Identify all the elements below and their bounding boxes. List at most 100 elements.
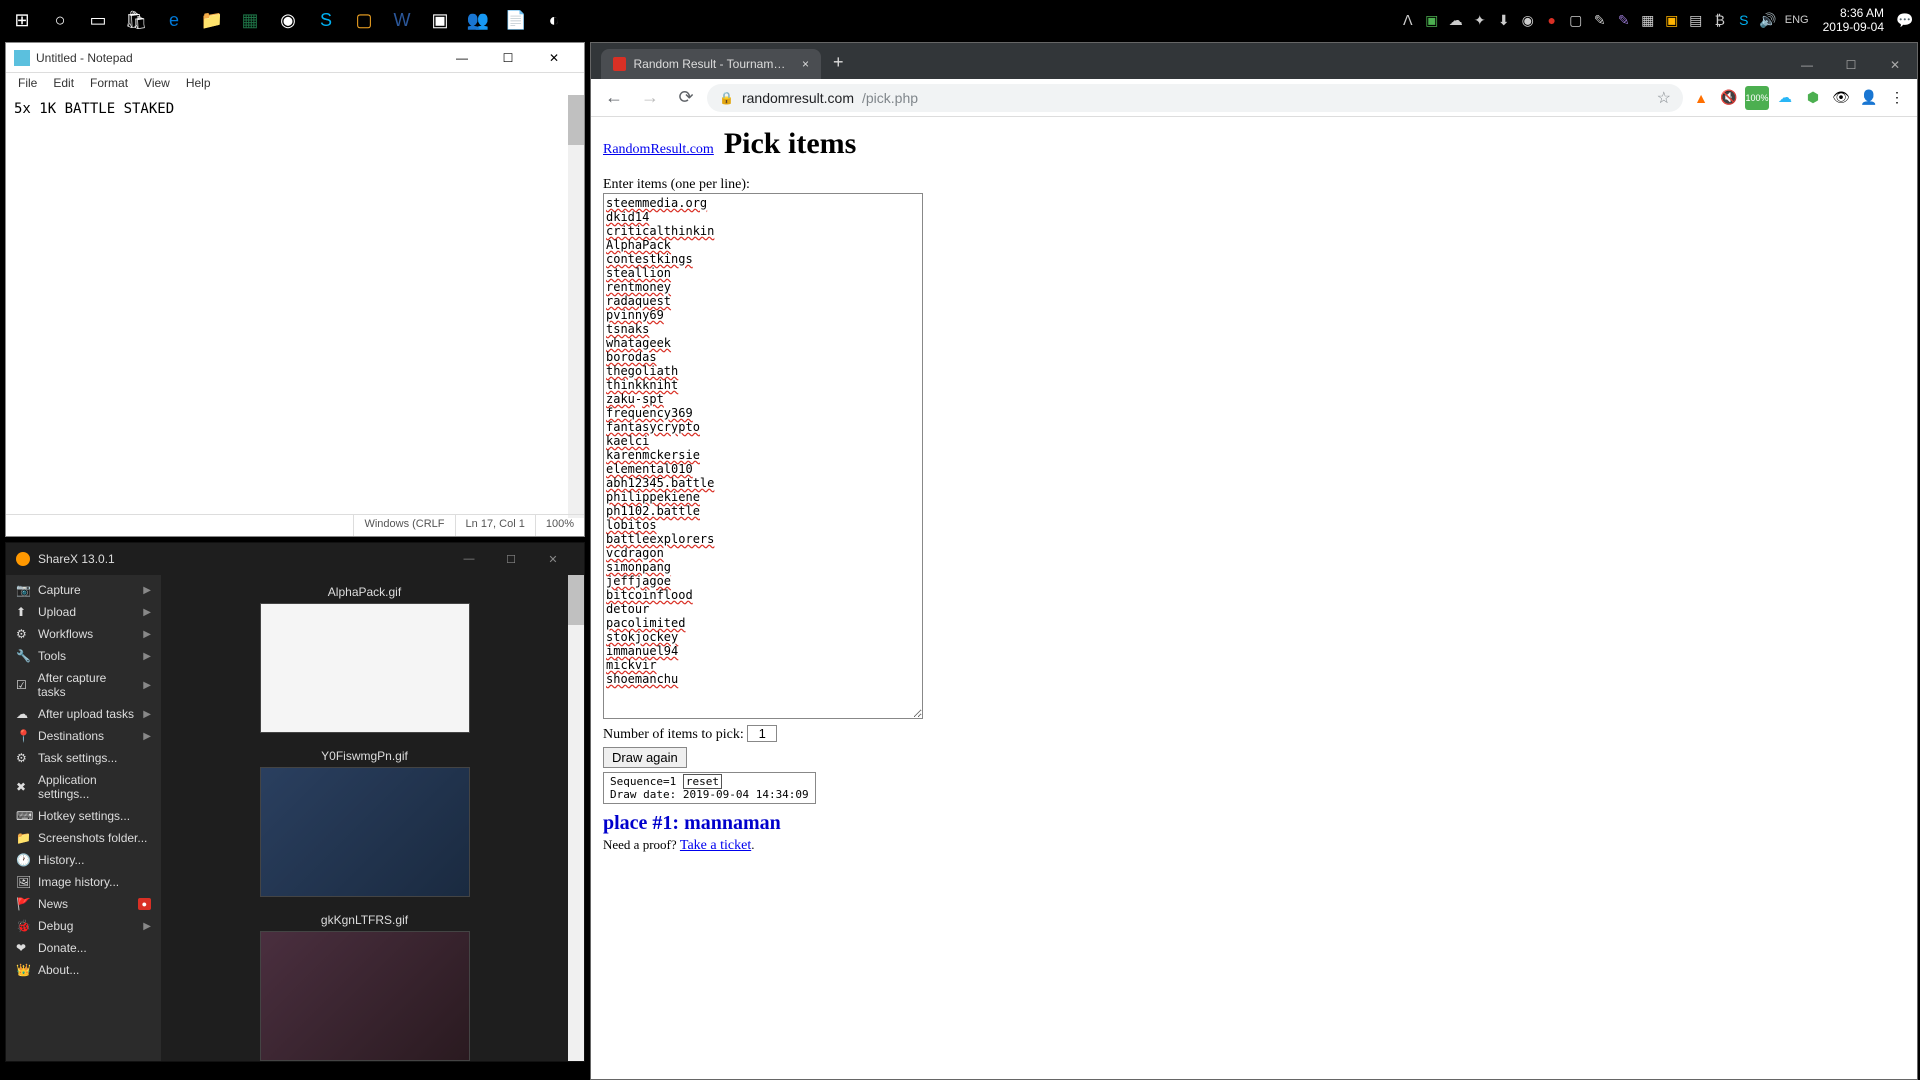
menu-icon[interactable]: ⋮ — [1885, 86, 1909, 110]
minimize-button[interactable]: — — [1785, 51, 1829, 79]
chrome-icon[interactable]: ◉ — [270, 2, 306, 38]
sidebar-item-donate-[interactable]: ❤Donate... — [6, 937, 161, 959]
address-bar[interactable]: 🔒 randomresult.com/pick.php ☆ — [707, 84, 1683, 112]
extension-icon[interactable]: 🔇 — [1717, 86, 1741, 110]
tray-icon[interactable]: ◉ — [1517, 9, 1539, 31]
sidebar-item-after-capture-tasks[interactable]: ☑After capture tasks▶ — [6, 667, 161, 703]
explorer-icon[interactable]: 📁 — [194, 2, 230, 38]
sidebar-item-image-history-[interactable]: 🖼Image history... — [6, 871, 161, 893]
menu-file[interactable]: File — [12, 73, 43, 95]
skype-tray-icon[interactable]: S — [1733, 9, 1755, 31]
sidebar-item-hotkey-settings-[interactable]: ⌨Hotkey settings... — [6, 805, 161, 827]
start-icon[interactable]: ⊞ — [4, 2, 40, 38]
close-button[interactable]: ✕ — [1873, 51, 1917, 79]
sharex-titlebar[interactable]: ShareX 13.0.1 — ☐ ✕ — [6, 543, 584, 575]
thumbnail[interactable] — [260, 931, 470, 1061]
edge-icon[interactable]: e — [156, 2, 192, 38]
extension-icon[interactable]: 100% — [1745, 86, 1769, 110]
sidebar-item-workflows[interactable]: ⚙Workflows▶ — [6, 623, 161, 645]
menu-format[interactable]: Format — [84, 73, 134, 95]
browser-tab[interactable]: Random Result - Tournament dr × — [601, 49, 821, 79]
draw-again-button[interactable]: Draw again — [603, 747, 687, 768]
sidebar-item-after-upload-tasks[interactable]: ☁After upload tasks▶ — [6, 703, 161, 725]
url-path: /pick.php — [862, 90, 918, 106]
extension-icon[interactable]: 👁 — [1829, 86, 1853, 110]
pick-count-input[interactable] — [747, 725, 777, 742]
word-icon[interactable]: W — [384, 2, 420, 38]
notepad-editor[interactable]: 5x 1K BATTLE STAKED — [6, 95, 584, 518]
app-icon[interactable]: ▣ — [422, 2, 458, 38]
teams-icon[interactable]: 👥 — [460, 2, 496, 38]
notepad-icon[interactable]: 📄 — [498, 2, 534, 38]
menu-help[interactable]: Help — [180, 73, 217, 95]
extension-icon[interactable]: ▲ — [1689, 86, 1713, 110]
cortana-icon[interactable]: ○ — [42, 2, 78, 38]
close-button[interactable]: ✕ — [532, 545, 574, 573]
tray-icon[interactable]: ▢ — [1565, 9, 1587, 31]
thumbnail[interactable] — [260, 767, 470, 897]
gallery-item[interactable]: AlphaPack.gif — [169, 581, 560, 733]
sidebar-item-capture[interactable]: 📷Capture▶ — [6, 579, 161, 601]
store-icon[interactable]: 🛍 — [118, 2, 154, 38]
tray-icon[interactable]: ▣ — [1661, 9, 1683, 31]
thumbnail[interactable] — [260, 603, 470, 733]
minimize-button[interactable]: — — [440, 44, 484, 72]
volume-icon[interactable]: 🔊 — [1757, 9, 1779, 31]
close-button[interactable]: ✕ — [532, 44, 576, 72]
sidebar-item-debug[interactable]: 🐞Debug▶ — [6, 915, 161, 937]
tray-icon[interactable]: ᐱ — [1397, 9, 1419, 31]
forward-button[interactable]: → — [635, 83, 665, 113]
minimize-button[interactable]: — — [448, 545, 490, 573]
excel-icon[interactable]: ▦ — [232, 2, 268, 38]
tray-icon[interactable]: ▣ — [1421, 9, 1443, 31]
lang-indicator[interactable]: ENG — [1781, 9, 1813, 31]
gallery-item[interactable]: Y0FiswmgPn.gif — [169, 745, 560, 897]
taskview-icon[interactable]: ▭ — [80, 2, 116, 38]
tray-icon[interactable]: ✦ — [1469, 9, 1491, 31]
new-tab-button[interactable]: + — [821, 46, 856, 79]
tray-icon[interactable]: ● — [1541, 9, 1563, 31]
app2-icon[interactable]: ◐ — [536, 2, 572, 38]
scrollbar[interactable] — [568, 575, 584, 1061]
notepad-titlebar[interactable]: Untitled - Notepad — ☐ ✕ — [6, 43, 584, 73]
extension-icon[interactable]: ☁ — [1773, 86, 1797, 110]
sidebar-item-about-[interactable]: 👑About... — [6, 959, 161, 981]
gallery-item[interactable]: gkKgnLTFRS.gif — [169, 909, 560, 1061]
tab-close-icon[interactable]: × — [802, 57, 809, 71]
maximize-button[interactable]: ☐ — [490, 545, 532, 573]
menu-edit[interactable]: Edit — [47, 73, 80, 95]
sidebar-item-application-settings-[interactable]: ✖Application settings... — [6, 769, 161, 805]
outlook-icon[interactable]: ▢ — [346, 2, 382, 38]
site-home-link[interactable]: RandomResult.com — [603, 142, 714, 157]
tray-icon[interactable]: ₿ — [1709, 9, 1731, 31]
reload-button[interactable]: ⟳ — [671, 83, 701, 113]
sidebar-item-news[interactable]: 🚩News● — [6, 893, 161, 915]
sidebar-item-upload[interactable]: ⬆Upload▶ — [6, 601, 161, 623]
maximize-button[interactable]: ☐ — [1829, 51, 1873, 79]
tray-icon[interactable]: ☁ — [1445, 9, 1467, 31]
tray-icon[interactable]: ⬇ — [1493, 9, 1515, 31]
maximize-button[interactable]: ☐ — [486, 44, 530, 72]
sidebar-item-tools[interactable]: 🔧Tools▶ — [6, 645, 161, 667]
bookmark-star-icon[interactable]: ☆ — [1657, 88, 1671, 108]
sidebar-item-task-settings-[interactable]: ⚙Task settings... — [6, 747, 161, 769]
sidebar-item-destinations[interactable]: 📍Destinations▶ — [6, 725, 161, 747]
skype-icon[interactable]: S — [308, 2, 344, 38]
tray-icon[interactable]: ✎ — [1613, 9, 1635, 31]
sidebar-item-screenshots-folder-[interactable]: 📁Screenshots folder... — [6, 827, 161, 849]
tray-icon[interactable]: ▦ — [1637, 9, 1659, 31]
sidebar-item-history-[interactable]: 🕐History... — [6, 849, 161, 871]
clock[interactable]: 8:36 AM 2019-09-04 — [1815, 6, 1892, 35]
reset-link[interactable]: reset — [683, 774, 722, 789]
items-textarea[interactable]: steemmedia.orgdkid14criticalthinkinAlpha… — [603, 193, 923, 719]
take-ticket-link[interactable]: Take a ticket — [680, 838, 751, 853]
back-button[interactable]: ← — [599, 83, 629, 113]
profile-icon[interactable]: 👤 — [1857, 86, 1881, 110]
menu-view[interactable]: View — [138, 73, 176, 95]
sidebar-item-icon: 🚩 — [16, 897, 30, 911]
scrollbar[interactable] — [568, 95, 584, 518]
tray-icon[interactable]: ▤ — [1685, 9, 1707, 31]
notifications-icon[interactable]: 💬 — [1894, 9, 1916, 31]
tray-icon[interactable]: ✎ — [1589, 9, 1611, 31]
extension-icon[interactable]: ⬢ — [1801, 86, 1825, 110]
